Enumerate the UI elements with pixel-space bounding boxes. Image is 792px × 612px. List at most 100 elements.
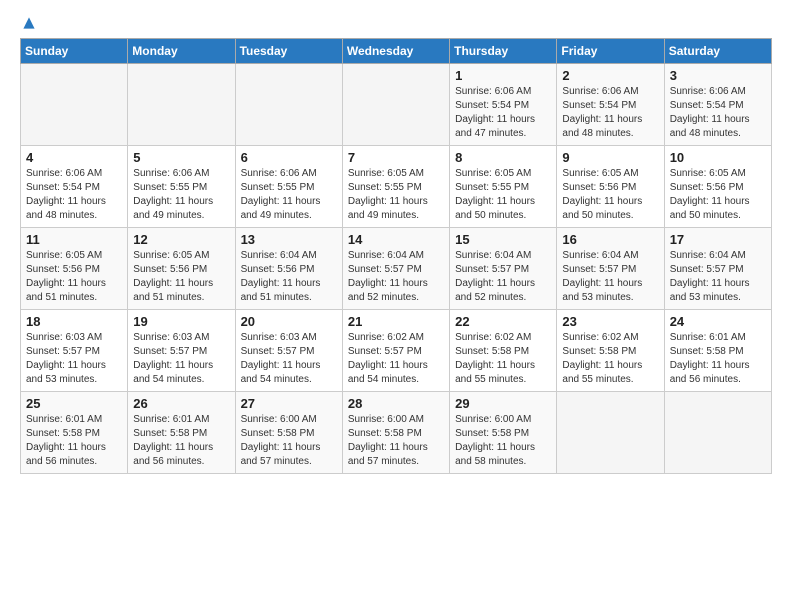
cell-content: Sunrise: 6:03 AM Sunset: 5:57 PM Dayligh… xyxy=(133,331,229,387)
day-number: 18 xyxy=(26,314,122,329)
cell-content: Sunrise: 6:02 AM Sunset: 5:57 PM Dayligh… xyxy=(348,331,444,387)
cell-content: Sunrise: 6:02 AM Sunset: 5:58 PM Dayligh… xyxy=(455,331,551,387)
cell-content: Sunrise: 6:06 AM Sunset: 5:54 PM Dayligh… xyxy=(670,85,766,141)
calendar-table: SundayMondayTuesdayWednesdayThursdayFrid… xyxy=(20,38,772,474)
calendar-week-row: 25 Sunrise: 6:01 AM Sunset: 5:58 PM Dayli… xyxy=(21,392,772,474)
cell-content: Sunrise: 6:06 AM Sunset: 5:55 PM Dayligh… xyxy=(241,167,337,223)
calendar-cell: 8 Sunrise: 6:05 AM Sunset: 5:55 PM Daylig… xyxy=(450,146,557,228)
calendar-cell: 25 Sunrise: 6:01 AM Sunset: 5:58 PM Dayli… xyxy=(21,392,128,474)
cell-content: Sunrise: 6:05 AM Sunset: 5:56 PM Dayligh… xyxy=(133,249,229,305)
day-number: 13 xyxy=(241,232,337,247)
cell-content: Sunrise: 6:05 AM Sunset: 5:56 PM Dayligh… xyxy=(26,249,122,305)
calendar-cell: 6 Sunrise: 6:06 AM Sunset: 5:55 PM Daylig… xyxy=(235,146,342,228)
day-number: 25 xyxy=(26,396,122,411)
calendar-cell: 10 Sunrise: 6:05 AM Sunset: 5:56 PM Dayli… xyxy=(664,146,771,228)
logo-icon xyxy=(22,16,36,30)
logo xyxy=(20,16,36,30)
calendar-cell xyxy=(664,392,771,474)
calendar-cell: 4 Sunrise: 6:06 AM Sunset: 5:54 PM Daylig… xyxy=(21,146,128,228)
day-number: 11 xyxy=(26,232,122,247)
day-number: 23 xyxy=(562,314,658,329)
cell-content: Sunrise: 6:03 AM Sunset: 5:57 PM Dayligh… xyxy=(241,331,337,387)
day-header: Monday xyxy=(128,39,235,64)
calendar-cell: 17Sunrise: 6:04 AM Sunset: 5:57 PM Dayli… xyxy=(664,228,771,310)
calendar-cell: 3 Sunrise: 6:06 AM Sunset: 5:54 PM Daylig… xyxy=(664,64,771,146)
day-number: 20 xyxy=(241,314,337,329)
day-number: 4 xyxy=(26,150,122,165)
cell-content: Sunrise: 6:06 AM Sunset: 5:54 PM Dayligh… xyxy=(455,85,551,141)
calendar-week-row: 18 Sunrise: 6:03 AM Sunset: 5:57 PM Dayli… xyxy=(21,310,772,392)
cell-content: Sunrise: 6:06 AM Sunset: 5:54 PM Dayligh… xyxy=(562,85,658,141)
day-number: 2 xyxy=(562,68,658,83)
day-number: 21 xyxy=(348,314,444,329)
cell-content: Sunrise: 6:05 AM Sunset: 5:55 PM Dayligh… xyxy=(348,167,444,223)
cell-content: Sunrise: 6:01 AM Sunset: 5:58 PM Dayligh… xyxy=(133,413,229,469)
calendar-cell xyxy=(21,64,128,146)
cell-content: Sunrise: 6:06 AM Sunset: 5:54 PM Dayligh… xyxy=(26,167,122,223)
day-number: 8 xyxy=(455,150,551,165)
day-header: Sunday xyxy=(21,39,128,64)
calendar-header-row: SundayMondayTuesdayWednesdayThursdayFrid… xyxy=(21,39,772,64)
day-number: 19 xyxy=(133,314,229,329)
day-number: 6 xyxy=(241,150,337,165)
cell-content: Sunrise: 6:00 AM Sunset: 5:58 PM Dayligh… xyxy=(348,413,444,469)
calendar-cell: 1 Sunrise: 6:06 AM Sunset: 5:54 PM Daylig… xyxy=(450,64,557,146)
cell-content: Sunrise: 6:00 AM Sunset: 5:58 PM Dayligh… xyxy=(455,413,551,469)
day-number: 14 xyxy=(348,232,444,247)
calendar-cell xyxy=(342,64,449,146)
cell-content: Sunrise: 6:04 AM Sunset: 5:57 PM Dayligh… xyxy=(562,249,658,305)
calendar-cell: 9 Sunrise: 6:05 AM Sunset: 5:56 PM Daylig… xyxy=(557,146,664,228)
calendar-cell: 15Sunrise: 6:04 AM Sunset: 5:57 PM Dayli… xyxy=(450,228,557,310)
day-number: 16 xyxy=(562,232,658,247)
day-header: Friday xyxy=(557,39,664,64)
calendar-cell xyxy=(235,64,342,146)
day-header: Wednesday xyxy=(342,39,449,64)
calendar-cell: 2 Sunrise: 6:06 AM Sunset: 5:54 PM Daylig… xyxy=(557,64,664,146)
day-number: 1 xyxy=(455,68,551,83)
calendar-cell: 21 Sunrise: 6:02 AM Sunset: 5:57 PM Dayli… xyxy=(342,310,449,392)
calendar-cell: 11 Sunrise: 6:05 AM Sunset: 5:56 PM Dayli… xyxy=(21,228,128,310)
calendar-cell: 28 Sunrise: 6:00 AM Sunset: 5:58 PM Dayli… xyxy=(342,392,449,474)
calendar-cell: 22 Sunrise: 6:02 AM Sunset: 5:58 PM Dayli… xyxy=(450,310,557,392)
day-number: 9 xyxy=(562,150,658,165)
calendar-cell: 23 Sunrise: 6:02 AM Sunset: 5:58 PM Dayli… xyxy=(557,310,664,392)
calendar-cell: 24Sunrise: 6:01 AM Sunset: 5:58 PM Dayli… xyxy=(664,310,771,392)
cell-content: Sunrise: 6:01 AM Sunset: 5:58 PM Dayligh… xyxy=(26,413,122,469)
calendar-cell: 20 Sunrise: 6:03 AM Sunset: 5:57 PM Dayli… xyxy=(235,310,342,392)
cell-content: Sunrise: 6:00 AM Sunset: 5:58 PM Dayligh… xyxy=(241,413,337,469)
day-number: 3 xyxy=(670,68,766,83)
day-number: 29 xyxy=(455,396,551,411)
cell-content: Sunrise: 6:05 AM Sunset: 5:56 PM Dayligh… xyxy=(562,167,658,223)
calendar-cell: 7 Sunrise: 6:05 AM Sunset: 5:55 PM Daylig… xyxy=(342,146,449,228)
day-number: 5 xyxy=(133,150,229,165)
calendar-cell: 13 Sunrise: 6:04 AM Sunset: 5:56 PM Dayli… xyxy=(235,228,342,310)
calendar-cell xyxy=(128,64,235,146)
day-number: 7 xyxy=(348,150,444,165)
day-number: 15 xyxy=(455,232,551,247)
cell-content: Sunrise: 6:04 AM Sunset: 5:57 PM Dayligh… xyxy=(348,249,444,305)
day-number: 10 xyxy=(670,150,766,165)
page-header xyxy=(20,16,772,30)
day-number: 28 xyxy=(348,396,444,411)
day-number: 22 xyxy=(455,314,551,329)
calendar-cell: 5 Sunrise: 6:06 AM Sunset: 5:55 PM Daylig… xyxy=(128,146,235,228)
day-number: 27 xyxy=(241,396,337,411)
cell-content: Sunrise: 6:04 AM Sunset: 5:56 PM Dayligh… xyxy=(241,249,337,305)
calendar-week-row: 1 Sunrise: 6:06 AM Sunset: 5:54 PM Daylig… xyxy=(21,64,772,146)
calendar-week-row: 4 Sunrise: 6:06 AM Sunset: 5:54 PM Daylig… xyxy=(21,146,772,228)
calendar-cell: 12 Sunrise: 6:05 AM Sunset: 5:56 PM Dayli… xyxy=(128,228,235,310)
day-header: Tuesday xyxy=(235,39,342,64)
day-number: 17 xyxy=(670,232,766,247)
calendar-cell: 19 Sunrise: 6:03 AM Sunset: 5:57 PM Dayli… xyxy=(128,310,235,392)
cell-content: Sunrise: 6:06 AM Sunset: 5:55 PM Dayligh… xyxy=(133,167,229,223)
calendar-week-row: 11 Sunrise: 6:05 AM Sunset: 5:56 PM Dayli… xyxy=(21,228,772,310)
cell-content: Sunrise: 6:02 AM Sunset: 5:58 PM Dayligh… xyxy=(562,331,658,387)
calendar-cell: 29 Sunrise: 6:00 AM Sunset: 5:58 PM Dayli… xyxy=(450,392,557,474)
cell-content: Sunrise: 6:05 AM Sunset: 5:55 PM Dayligh… xyxy=(455,167,551,223)
cell-content: Sunrise: 6:05 AM Sunset: 5:56 PM Dayligh… xyxy=(670,167,766,223)
day-number: 12 xyxy=(133,232,229,247)
day-header: Thursday xyxy=(450,39,557,64)
calendar-cell: 26Sunrise: 6:01 AM Sunset: 5:58 PM Dayli… xyxy=(128,392,235,474)
day-header: Saturday xyxy=(664,39,771,64)
calendar-cell: 16 Sunrise: 6:04 AM Sunset: 5:57 PM Dayli… xyxy=(557,228,664,310)
